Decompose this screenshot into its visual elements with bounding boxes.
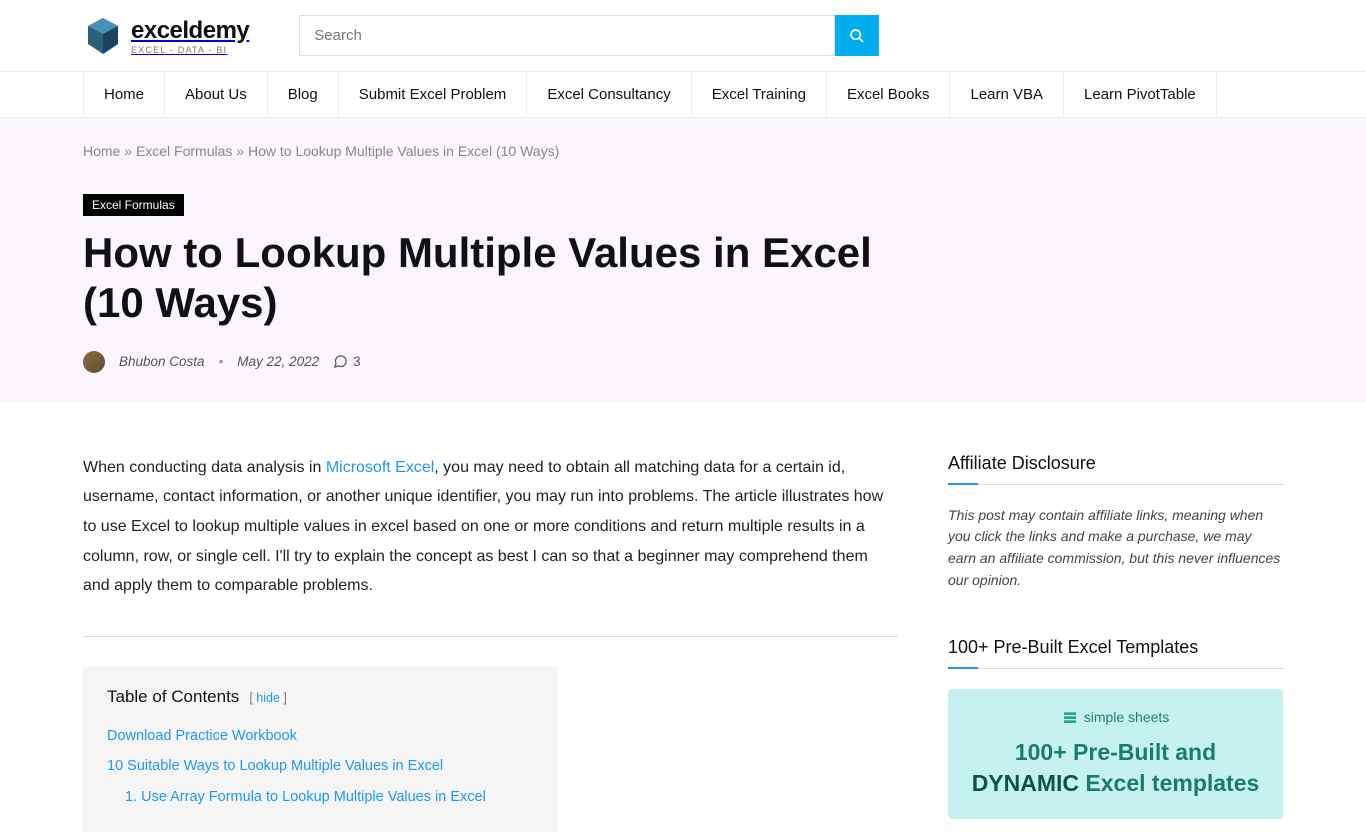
- comment-link[interactable]: 3: [333, 354, 361, 369]
- toc-hide-link[interactable]: hide: [256, 691, 280, 705]
- logo-icon: [83, 16, 123, 56]
- nav-item[interactable]: Submit Excel Problem: [339, 72, 528, 117]
- nav-item[interactable]: Excel Consultancy: [527, 72, 691, 117]
- nav-item[interactable]: Excel Books: [827, 72, 951, 117]
- search-icon: [849, 28, 865, 44]
- logo-title: exceldemy: [131, 17, 249, 45]
- logo-link[interactable]: exceldemy EXCEL - DATA - BI: [83, 16, 249, 56]
- excel-link[interactable]: Microsoft Excel: [326, 459, 434, 476]
- logo-subtitle: EXCEL - DATA - BI: [131, 45, 249, 55]
- post-meta: Bhubon Costa • May 22, 2022 3: [83, 351, 1283, 373]
- divider: [83, 636, 898, 637]
- nav-item[interactable]: Learn PivotTable: [1064, 72, 1217, 117]
- search-input[interactable]: [299, 15, 835, 56]
- category-tag[interactable]: Excel Formulas: [83, 194, 184, 216]
- sheets-icon: [1062, 709, 1078, 725]
- author-avatar[interactable]: [83, 351, 105, 373]
- affiliate-title: Affiliate Disclosure: [948, 453, 1283, 485]
- toc-subitem[interactable]: 1. Use Array Formula to Lookup Multiple …: [107, 782, 534, 812]
- nav-item[interactable]: Learn VBA: [950, 72, 1064, 117]
- author-name[interactable]: Bhubon Costa: [119, 354, 205, 369]
- nav-item[interactable]: Excel Training: [692, 72, 827, 117]
- toc-item[interactable]: 10 Suitable Ways to Lookup Multiple Valu…: [107, 751, 534, 781]
- main-nav: HomeAbout UsBlogSubmit Excel ProblemExce…: [0, 72, 1366, 118]
- search-button[interactable]: [835, 15, 879, 56]
- post-title: How to Lookup Multiple Values in Excel (…: [83, 228, 913, 329]
- nav-item[interactable]: Blog: [268, 72, 339, 117]
- header: exceldemy EXCEL - DATA - BI: [0, 0, 1366, 72]
- sidebar: Affiliate Disclosure This post may conta…: [948, 453, 1283, 832]
- breadcrumb-home[interactable]: Home: [83, 143, 120, 159]
- article-content: When conducting data analysis in Microso…: [83, 453, 898, 832]
- nav-item[interactable]: Home: [83, 72, 165, 117]
- affiliate-text: This post may contain affiliate links, m…: [948, 505, 1283, 592]
- intro-paragraph: When conducting data analysis in Microso…: [83, 453, 898, 601]
- promo-banner[interactable]: simple sheets 100+ Pre-Built and DYNAMIC…: [948, 689, 1283, 819]
- toc-title: Table of Contents: [107, 687, 239, 707]
- breadcrumb-category[interactable]: Excel Formulas: [136, 143, 232, 159]
- toc-item[interactable]: Download Practice Workbook: [107, 721, 534, 751]
- breadcrumb-current: How to Lookup Multiple Values in Excel (…: [248, 143, 559, 159]
- templates-title: 100+ Pre-Built Excel Templates: [948, 637, 1283, 669]
- nav-item[interactable]: About Us: [165, 72, 268, 117]
- table-of-contents: Table of Contents [ hide ] Download Prac…: [83, 667, 558, 832]
- breadcrumb: Home » Excel Formulas » How to Lookup Mu…: [83, 143, 1283, 159]
- comment-icon: [333, 354, 348, 369]
- post-date: May 22, 2022: [237, 354, 319, 369]
- hero-section: Home » Excel Formulas » How to Lookup Mu…: [0, 118, 1366, 403]
- search-form: [299, 15, 879, 56]
